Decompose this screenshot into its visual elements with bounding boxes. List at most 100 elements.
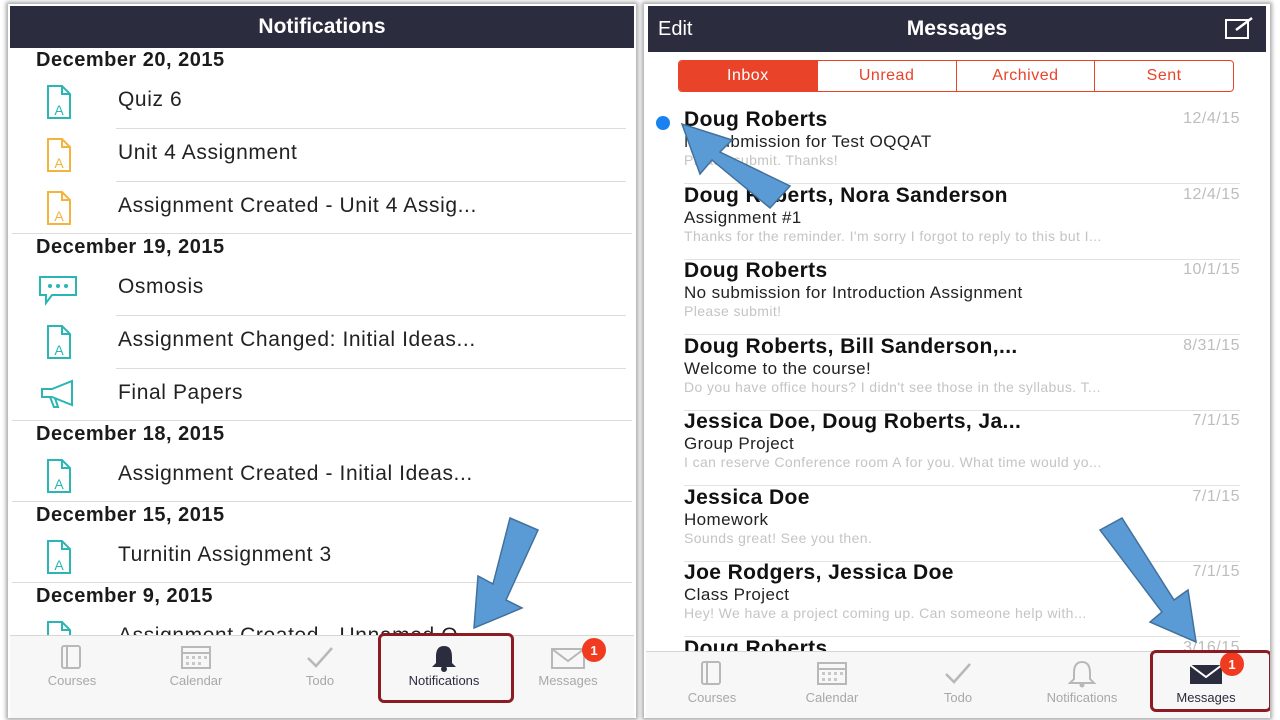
message-preview: Please submit! xyxy=(684,303,782,319)
message-preview: Hey! We have a project coming up. Can so… xyxy=(684,605,1087,621)
message-date: 12/4/15 xyxy=(1183,110,1240,127)
message-row[interactable]: Doug Roberts 10/1/15 No submission for Int… xyxy=(644,259,1270,335)
tab-label: Notifications xyxy=(1046,690,1118,705)
unread-badge: 1 xyxy=(582,638,606,662)
segment-inbox[interactable]: Inbox xyxy=(679,61,817,91)
section-divider xyxy=(12,501,632,502)
compose-icon[interactable] xyxy=(1224,16,1254,40)
notification-title: Unit 4 Assignment xyxy=(118,141,298,164)
date-header: December 15, 2015 xyxy=(36,504,225,526)
notification-title: Assignment Created - Initial Ideas... xyxy=(118,462,473,485)
assignment-icon: A xyxy=(47,85,71,119)
message-preview: Sounds great! See you then. xyxy=(684,529,873,546)
courses-icon xyxy=(61,645,81,669)
tab-label: Messages xyxy=(538,673,598,688)
message-date: 8/31/15 xyxy=(1183,336,1240,354)
calendar-icon xyxy=(181,646,211,669)
notification-item[interactable]: A Assignment Created - Unit 4 Assig... xyxy=(8,182,636,234)
message-row[interactable]: Doug Roberts, Nora Sanderson 12/4/15 Assig… xyxy=(644,184,1270,260)
message-date: 7/1/15 xyxy=(1192,563,1240,580)
section-divider xyxy=(12,233,632,234)
page-title: Notifications xyxy=(258,15,386,38)
assignment-icon: A xyxy=(47,138,71,172)
notification-title: Turnitin Assignment 3 xyxy=(118,543,332,566)
notification-item[interactable]: Osmosis xyxy=(8,263,636,315)
notification-title: Quiz 6 xyxy=(118,88,183,111)
unread-indicator xyxy=(656,116,670,130)
date-header: December 20, 2015 xyxy=(36,49,225,71)
message-row[interactable]: Doug Roberts, Bill Sanderson,... 8/31/15 W… xyxy=(644,335,1270,411)
notifications-screen: Notifications December 20, 2015 A Quiz 6 A U… xyxy=(8,4,636,718)
notifications-navbar: Notifications xyxy=(10,6,634,48)
notification-item[interactable]: A Assignment Changed: Initial Ideas... xyxy=(8,316,636,368)
tab-label: Courses xyxy=(47,673,97,688)
tab-notifications[interactable]: Notifications xyxy=(1022,652,1142,718)
svg-text:A: A xyxy=(54,208,64,224)
tab-courses[interactable]: Courses xyxy=(12,636,132,718)
section-divider xyxy=(12,582,632,583)
notification-title: Assignment Changed: Initial Ideas... xyxy=(118,328,476,351)
message-sender: Jessica Doe, Doug Roberts, Ja... xyxy=(684,410,1022,433)
calendar-icon xyxy=(817,662,847,685)
notification-item[interactable]: A Turnitin Assignment 3 xyxy=(8,531,636,583)
messages-navbar: Edit Messages xyxy=(648,6,1266,52)
tab-label: Calendar xyxy=(169,673,223,688)
tab-messages[interactable]: Messages 1 xyxy=(508,636,628,718)
page-title: Messages xyxy=(906,17,1008,40)
segment-archived[interactable]: Archived xyxy=(955,61,1095,91)
left-tab-bar: Courses Calendar Todo Notifications Mess… xyxy=(10,635,634,718)
assignment-icon: A xyxy=(47,540,71,574)
notification-item[interactable]: A Unit 4 Assignment xyxy=(8,129,636,181)
message-date: 7/1/15 xyxy=(1192,487,1240,505)
svg-text:A: A xyxy=(54,155,64,171)
notification-item[interactable]: Final Papers xyxy=(8,369,636,421)
segment-unread[interactable]: Unread xyxy=(816,61,956,91)
message-row[interactable]: Doug Roberts 12/4/15 No submission for Tes… xyxy=(644,108,1270,184)
svg-text:A: A xyxy=(54,102,64,118)
notification-title: Osmosis xyxy=(118,275,204,298)
edit-button[interactable]: Edit xyxy=(658,18,692,41)
message-row[interactable]: Jessica Doe 7/1/15 Homework Sounds great! S… xyxy=(644,486,1270,562)
message-sender: Jessica Doe xyxy=(684,485,810,509)
tab-calendar[interactable]: Calendar xyxy=(136,636,256,718)
assignment-icon: A xyxy=(47,325,71,359)
discussion-icon xyxy=(39,276,77,306)
tab-todo[interactable]: Todo xyxy=(898,652,1018,718)
notification-item[interactable]: A Quiz 6 xyxy=(8,76,636,128)
message-subject: Homework xyxy=(684,509,769,529)
message-row[interactable]: Joe Rodgers, Jessica Doe 7/1/15 Class Proj… xyxy=(644,561,1270,637)
announcement-icon xyxy=(41,379,73,408)
message-preview: Do you have office hours? I didn't see t… xyxy=(684,378,1101,395)
mailbox-segmented-control: Inbox Unread Archived Sent xyxy=(678,60,1234,92)
message-subject: Group Project xyxy=(684,434,795,453)
message-sender: Doug Roberts xyxy=(684,108,828,131)
message-sender: Doug Roberts, Nora Sanderson xyxy=(684,183,1008,207)
message-subject: Class Project xyxy=(684,585,790,604)
message-row[interactable]: Jessica Doe, Doug Roberts, Ja... 7/1/15 Gr… xyxy=(644,410,1270,486)
messages-screen: Edit Messages Inbox Unread Archived Sent… xyxy=(644,4,1270,718)
tab-label: Calendar xyxy=(805,690,859,705)
notification-item[interactable]: A Assignment Created - Initial Ideas... xyxy=(8,450,636,502)
tab-courses[interactable]: Courses xyxy=(652,652,772,718)
tab-label: Todo xyxy=(943,690,973,705)
message-subject: No submission for Introduction Assignmen… xyxy=(684,283,1023,302)
segment-sent[interactable]: Sent xyxy=(1094,61,1233,91)
message-subject: Assignment #1 xyxy=(684,207,802,227)
message-sender: Joe Rodgers, Jessica Doe xyxy=(684,561,954,584)
tab-calendar[interactable]: Calendar xyxy=(772,652,892,718)
tab-label: Courses xyxy=(687,690,737,705)
message-preview: Thanks for the reminder. I'm sorry I for… xyxy=(684,227,1102,244)
bell-icon xyxy=(1067,660,1097,688)
notification-title: Assignment Created - Unit 4 Assig... xyxy=(118,194,477,217)
tab-label: Todo xyxy=(305,673,335,688)
section-divider xyxy=(12,420,632,421)
courses-icon xyxy=(701,661,721,685)
date-header: December 9, 2015 xyxy=(36,585,214,607)
message-preview: Please submit. Thanks! xyxy=(684,152,839,168)
notifications-tab-highlight xyxy=(378,633,514,703)
tab-todo[interactable]: Todo xyxy=(260,636,380,718)
message-date: 12/4/15 xyxy=(1183,185,1240,203)
checkmark-icon xyxy=(307,647,333,668)
message-sender: Doug Roberts xyxy=(684,259,828,282)
message-preview: I can reserve Conference room A for you.… xyxy=(684,454,1102,470)
